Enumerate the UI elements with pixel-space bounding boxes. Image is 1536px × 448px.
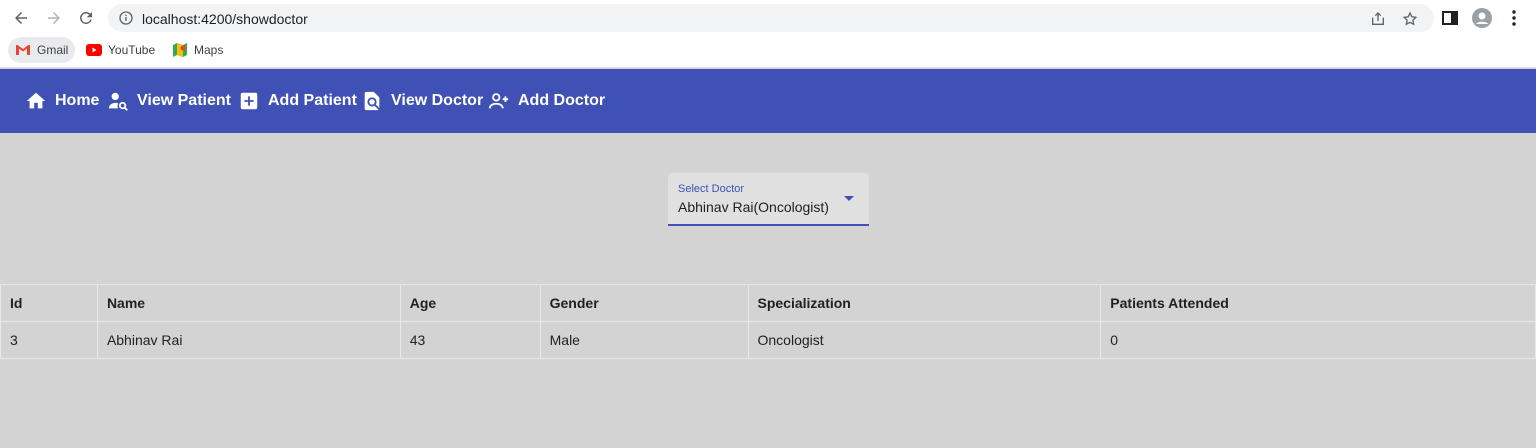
star-icon[interactable] <box>1402 11 1418 27</box>
nav-label: Add Patient <box>268 92 357 109</box>
browser-toolbar: localhost:4200/showdoctor <box>0 0 1536 36</box>
youtube-icon <box>86 44 102 56</box>
reload-button[interactable] <box>74 6 98 30</box>
app-navbar: Home View Patient Add Patient View Docto… <box>0 69 1536 133</box>
nav-add-doctor[interactable]: Add Doctor <box>488 88 605 114</box>
header-age: Age <box>399 284 541 322</box>
select-doctor-label: Select Doctor <box>678 183 745 195</box>
bookmark-youtube[interactable]: YouTube <box>79 37 162 63</box>
header-name: Name <box>96 284 401 322</box>
gmail-icon <box>16 45 30 55</box>
bookmark-label: YouTube <box>108 43 156 57</box>
nav-label: View Doctor <box>391 92 484 109</box>
header-specialization: Specialization <box>747 284 1102 322</box>
person-add-icon <box>488 93 509 109</box>
person-search-icon <box>108 92 128 111</box>
back-arrow-icon <box>15 12 27 24</box>
home-icon <box>26 92 46 109</box>
reload-icon <box>79 11 92 24</box>
browser-menu-button[interactable] <box>1504 8 1524 28</box>
bookmark-gmail[interactable]: Gmail <box>8 37 76 63</box>
nav-view-patient[interactable]: View Patient <box>107 88 231 114</box>
cell-patients-attended: 0 <box>1100 321 1536 359</box>
url-text: localhost:4200/showdoctor <box>142 11 308 27</box>
doctor-table: Id Name Age Gender Specialization Patien… <box>0 284 1536 359</box>
header-id: Id <box>0 284 98 322</box>
bookmark-label: Maps <box>194 43 224 57</box>
dropdown-arrow-icon <box>844 196 854 201</box>
maps-icon <box>173 43 187 57</box>
address-bar[interactable]: localhost:4200/showdoctor <box>108 4 1434 32</box>
cell-id: 3 <box>0 321 98 359</box>
nav-add-patient[interactable]: Add Patient <box>238 88 357 114</box>
nav-label: Add Doctor <box>518 92 606 109</box>
forward-arrow-icon <box>48 12 60 24</box>
share-icon[interactable] <box>1370 11 1386 27</box>
cell-age: 43 <box>399 321 541 359</box>
nav-home[interactable]: Home <box>25 88 99 114</box>
profile-avatar-icon <box>1472 8 1492 28</box>
cell-gender: Male <box>539 321 749 359</box>
cell-specialization: Oncologist <box>747 321 1102 359</box>
kebab-menu-icon <box>1512 10 1516 26</box>
back-button[interactable] <box>9 6 33 30</box>
table-row: 3 Abhinav Rai 43 Male Oncologist 0 <box>0 321 1536 359</box>
select-doctor-dropdown[interactable]: Select Doctor Abhinav Rai(Oncologist) <box>668 173 869 226</box>
add-box-icon <box>240 92 258 110</box>
nav-label: Home <box>55 92 100 109</box>
bookmark-label: Gmail <box>37 43 69 57</box>
nav-view-doctor[interactable]: View Doctor <box>361 88 483 114</box>
forward-button[interactable] <box>42 6 66 30</box>
bookmarks-bar: Gmail YouTube Maps <box>0 36 1536 68</box>
info-icon <box>119 11 133 25</box>
table-header-row: Id Name Age Gender Specialization Patien… <box>0 284 1536 322</box>
header-patients-attended: Patients Attended <box>1100 284 1536 322</box>
select-doctor-value: Abhinav Rai(Oncologist) <box>678 199 829 215</box>
header-gender: Gender <box>539 284 749 322</box>
side-panel-button[interactable] <box>1440 8 1460 28</box>
bookmark-maps[interactable]: Maps <box>165 37 230 63</box>
profile-button[interactable] <box>1472 8 1492 28</box>
nav-label: View Patient <box>137 92 231 109</box>
cell-name: Abhinav Rai <box>96 321 401 359</box>
find-in-page-icon <box>364 91 380 111</box>
side-panel-icon <box>1442 11 1458 25</box>
